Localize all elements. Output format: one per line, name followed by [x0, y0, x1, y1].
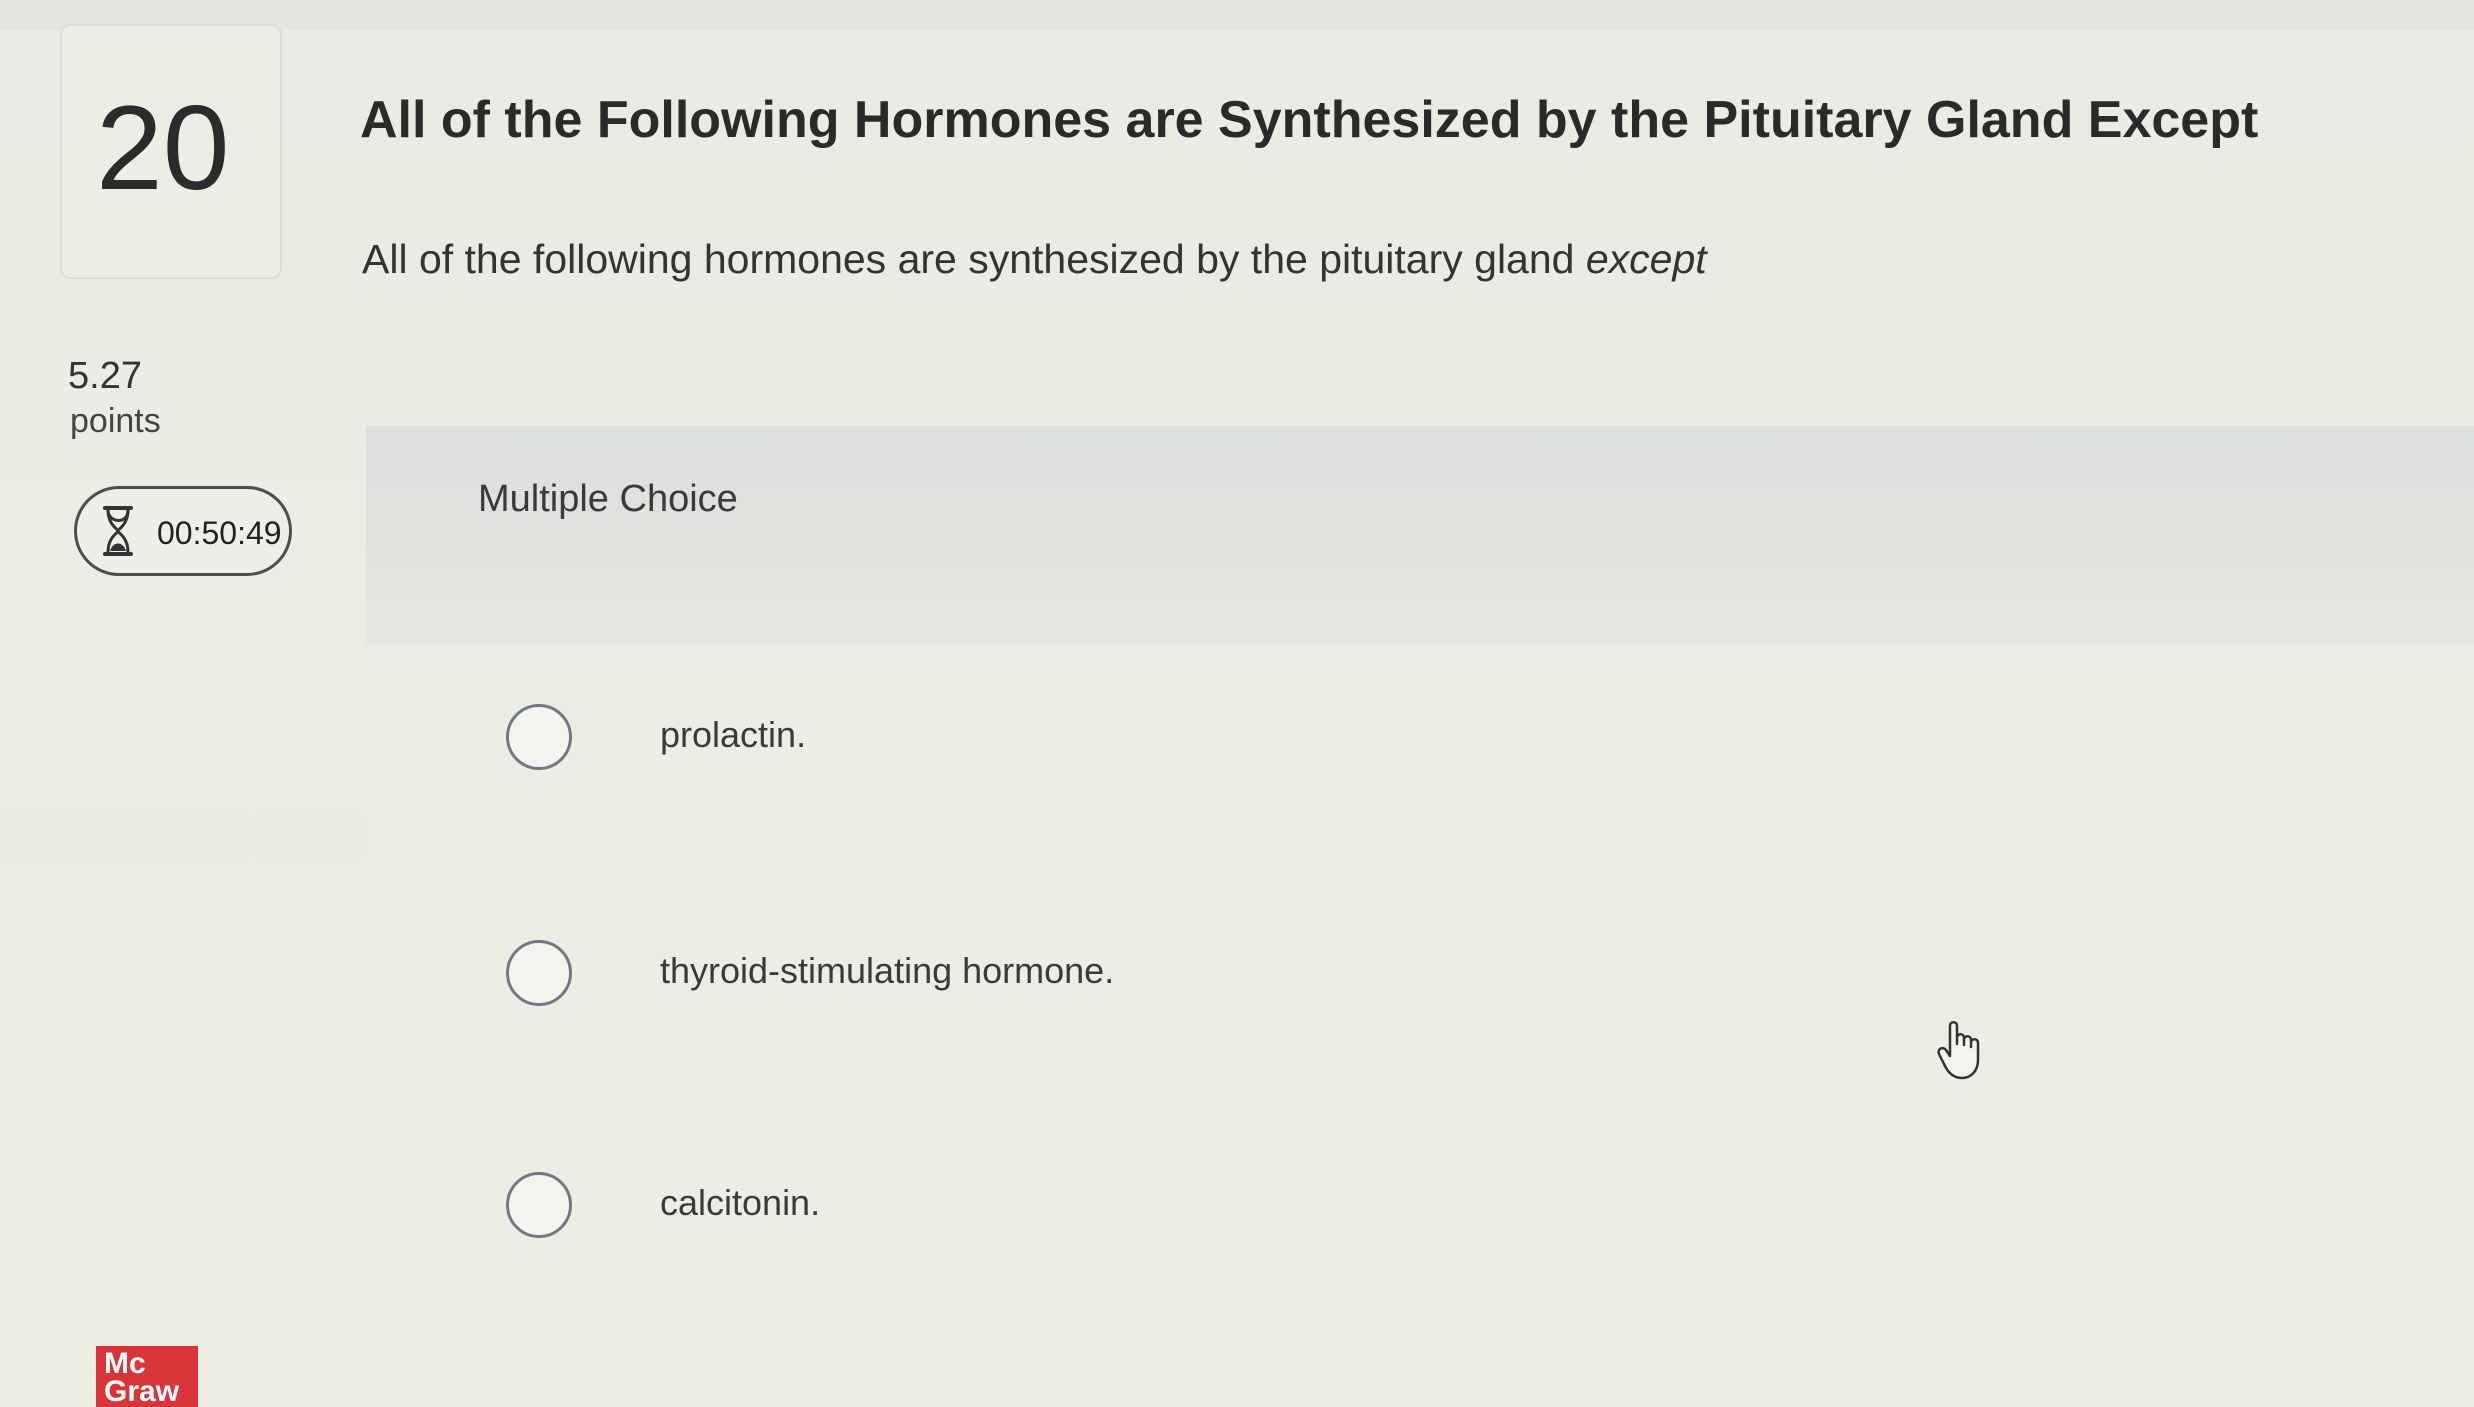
hand-cursor-icon: [1937, 1021, 1980, 1080]
radio-button[interactable]: [506, 1172, 572, 1238]
radio-button[interactable]: [506, 940, 572, 1006]
answer-option[interactable]: thyroid-stimulating hormone.: [500, 930, 1900, 1020]
question-number-box: 20: [60, 24, 282, 279]
question-prompt-text: All of the following hormones are synthe…: [362, 236, 1586, 282]
question-title: All of the Following Hormones are Synthe…: [360, 91, 2259, 149]
answer-option-label[interactable]: calcitonin.: [660, 1182, 820, 1224]
answer-option-label[interactable]: thyroid-stimulating hormone.: [660, 950, 1114, 992]
answer-type-header: [366, 426, 2474, 646]
answer-option-label[interactable]: prolactin.: [660, 714, 806, 756]
points-label: points: [70, 402, 161, 440]
mcgraw-logo: Mc Graw: [96, 1346, 198, 1407]
question-prompt: All of the following hormones are synthe…: [362, 236, 1707, 283]
question-prompt-emphasis: except: [1585, 236, 1707, 282]
question-number: 20: [96, 81, 230, 215]
answer-option[interactable]: calcitonin.: [500, 1162, 1900, 1252]
radio-button[interactable]: [506, 704, 572, 770]
logo-line-2: Graw: [104, 1375, 180, 1407]
top-strip: [0, 0, 2474, 30]
screen: 20 5.27 points 00:50:49 All of the Follo…: [0, 0, 2474, 1407]
timer-text: 00:50:49: [157, 515, 282, 551]
hourglass-icon: [103, 506, 133, 556]
answer-option[interactable]: prolactin.: [500, 694, 1900, 784]
points-value: 5.27: [68, 355, 142, 397]
logo-line-1: Mc: [104, 1347, 146, 1380]
answer-type-label: Multiple Choice: [478, 478, 738, 520]
timer: 00:50:49: [74, 486, 292, 576]
